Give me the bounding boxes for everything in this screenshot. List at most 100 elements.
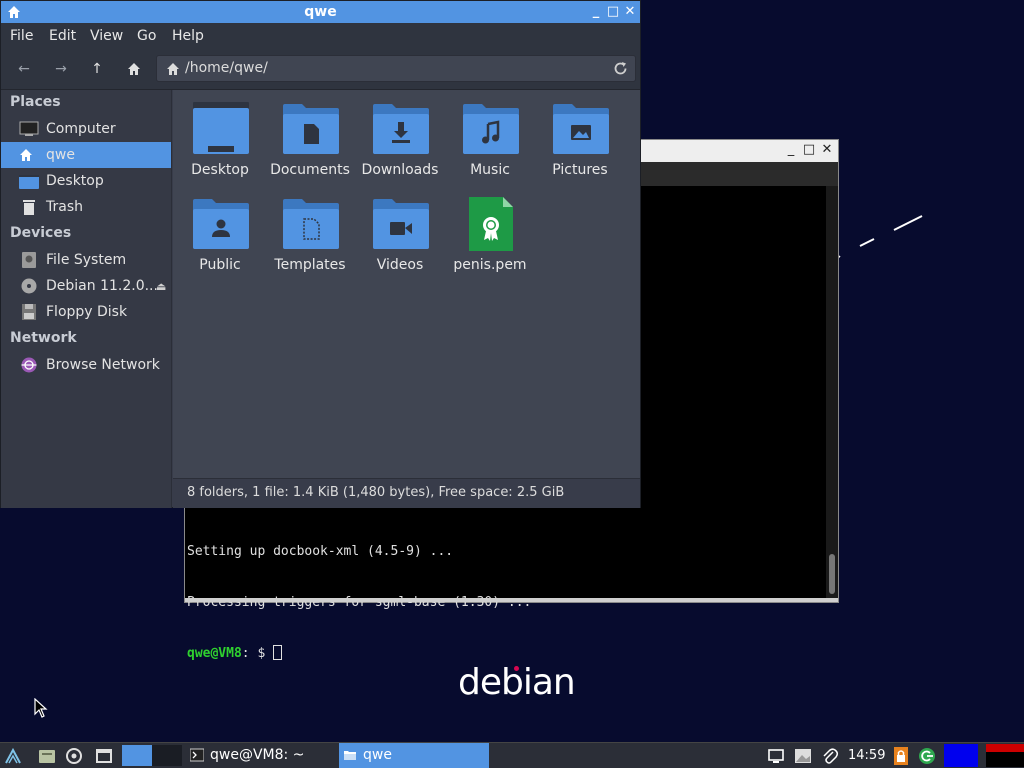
file-name: Pictures [552,162,608,178]
home-icon [167,63,179,75]
terminal-icon [190,748,204,762]
task-terminal[interactable]: qwe@VM8: ~ [186,743,336,768]
desktop-folder-icon [19,175,39,189]
file-item-desktop[interactable]: Desktop [175,90,265,180]
task-file-manager[interactable]: qwe [339,743,489,768]
terminal-line: Setting up docbook-xml (4.5-9) ... [187,544,454,559]
back-arrow-icon[interactable]: ← [13,58,35,80]
cpu-monitor [944,744,978,767]
forward-arrow-icon[interactable]: → [50,58,72,80]
sidebar-item-browse-network[interactable]: Browse Network [1,352,171,378]
maximize-icon[interactable]: □ [605,4,621,20]
workspace-1[interactable] [122,745,152,766]
image-viewer-icon[interactable] [794,747,812,765]
file-name: Videos [376,257,424,273]
network-globe-icon [21,357,37,373]
menu-view[interactable]: View [90,23,123,49]
sidebar-item-debian-cd[interactable]: Debian 11.2.0... ⏏ [1,273,171,299]
templates-folder-icon [283,199,339,249]
show-desktop-icon[interactable] [95,747,113,765]
taskbar: qwe@VM8: ~ qwe 14:59 [0,742,1024,768]
file-name: Downloads [361,162,439,178]
lock-icon[interactable] [892,747,910,765]
sidebar-item-label: Desktop [46,173,104,189]
scrollbar-thumb[interactable] [829,554,835,594]
folder-icon [344,751,356,760]
sidebar-header-places: Places [10,94,61,110]
sidebar-item-label: qwe [46,147,75,163]
menu-go[interactable]: Go [137,23,156,49]
file-manager-window[interactable]: qwe _ □ ✕ File Edit View Go Help ← → ↑ /… [0,0,641,508]
optical-disc-icon [21,278,37,294]
file-item-music[interactable]: Music [445,90,535,180]
file-manager-titlebar[interactable]: qwe _ □ ✕ [1,1,640,23]
file-item-documents[interactable]: Documents [265,90,355,180]
workspace-2[interactable] [152,745,182,766]
pictures-folder-icon [553,104,609,154]
sidebar-item-computer[interactable]: Computer [1,116,171,142]
menubar: File Edit View Go Help [1,23,640,49]
location-bar[interactable]: /home/qwe/ [156,55,636,82]
file-item-pictures[interactable]: Pictures [535,90,625,180]
hard-drive-icon [22,252,36,268]
terminal-line: Processing triggers for sgml-base (1.30)… [187,595,532,610]
sidebar-item-label: File System [46,252,127,268]
toolbar: ← → ↑ /home/qwe/ [1,49,640,90]
home-icon [20,149,32,161]
reload-icon[interactable] [612,60,629,77]
sidebar-item-floppy[interactable]: Floppy Disk [1,299,171,325]
file-item-videos[interactable]: Videos [355,185,445,275]
sidebar-item-desktop[interactable]: Desktop [1,168,171,194]
file-manager-launcher-icon[interactable] [38,747,56,765]
file-item-penis-pem[interactable]: penis.pem [445,185,535,275]
sidebar-item-label: Debian 11.2.0... [46,278,158,294]
logout-icon[interactable] [918,747,936,765]
file-item-public[interactable]: Public [175,185,265,275]
file-view[interactable]: Desktop Documents Downloads Music Pictur… [173,90,640,478]
home-icon[interactable] [127,62,141,76]
desktop-folder-icon [193,102,249,154]
task-label: qwe [363,747,392,763]
minimize-icon[interactable]: _ [783,142,799,158]
menu-help[interactable]: Help [172,23,204,49]
trash-icon [23,200,35,215]
sidebar-item-label: Computer [46,121,116,137]
terminal-scrollbar[interactable] [826,186,838,598]
desktop-swirl-decoration [837,215,923,259]
menu-edit[interactable]: Edit [49,23,76,49]
sidebar: Places Computer qwe Desktop Trash Device… [1,90,172,508]
sidebar-item-file-system[interactable]: File System [1,247,171,273]
web-browser-launcher-icon[interactable] [65,747,83,765]
start-menu-icon[interactable] [4,747,22,765]
window-title: qwe [304,4,337,20]
sidebar-header-network: Network [10,330,77,346]
prompt-user: qwe@VM8 [187,646,242,661]
close-icon[interactable]: ✕ [819,142,835,158]
documents-folder-icon [283,104,339,154]
terminal-bottom-border [185,598,838,602]
sidebar-item-qwe[interactable]: qwe [1,142,171,168]
sidebar-item-label: Floppy Disk [46,304,128,320]
minimize-icon[interactable]: _ [588,4,604,20]
sidebar-item-trash[interactable]: Trash [1,194,171,220]
paperclip-icon[interactable] [821,747,839,765]
terminal-prompt: qwe@VM8: $ [187,645,531,662]
file-item-downloads[interactable]: Downloads [355,90,445,180]
up-arrow-icon[interactable]: ↑ [86,58,108,80]
maximize-icon[interactable]: □ [801,142,817,158]
file-name: penis.pem [453,257,527,273]
file-item-templates[interactable]: Templates [265,185,355,275]
public-folder-icon [193,199,249,249]
task-label: qwe@VM8: ~ [210,747,305,763]
status-bar: 8 folders, 1 file: 1.4 KiB (1,480 bytes)… [173,478,640,508]
status-text: 8 folders, 1 file: 1.4 KiB (1,480 bytes)… [187,485,565,500]
file-name: Templates [274,257,346,273]
file-name: Documents [270,162,350,178]
floppy-disk-icon [22,304,36,320]
close-icon[interactable]: ✕ [622,4,638,20]
display-icon[interactable] [767,747,785,765]
clock[interactable]: 14:59 [848,743,885,768]
menu-file[interactable]: File [10,23,33,49]
file-name: Music [470,162,510,178]
eject-icon[interactable]: ⏏ [156,280,166,293]
